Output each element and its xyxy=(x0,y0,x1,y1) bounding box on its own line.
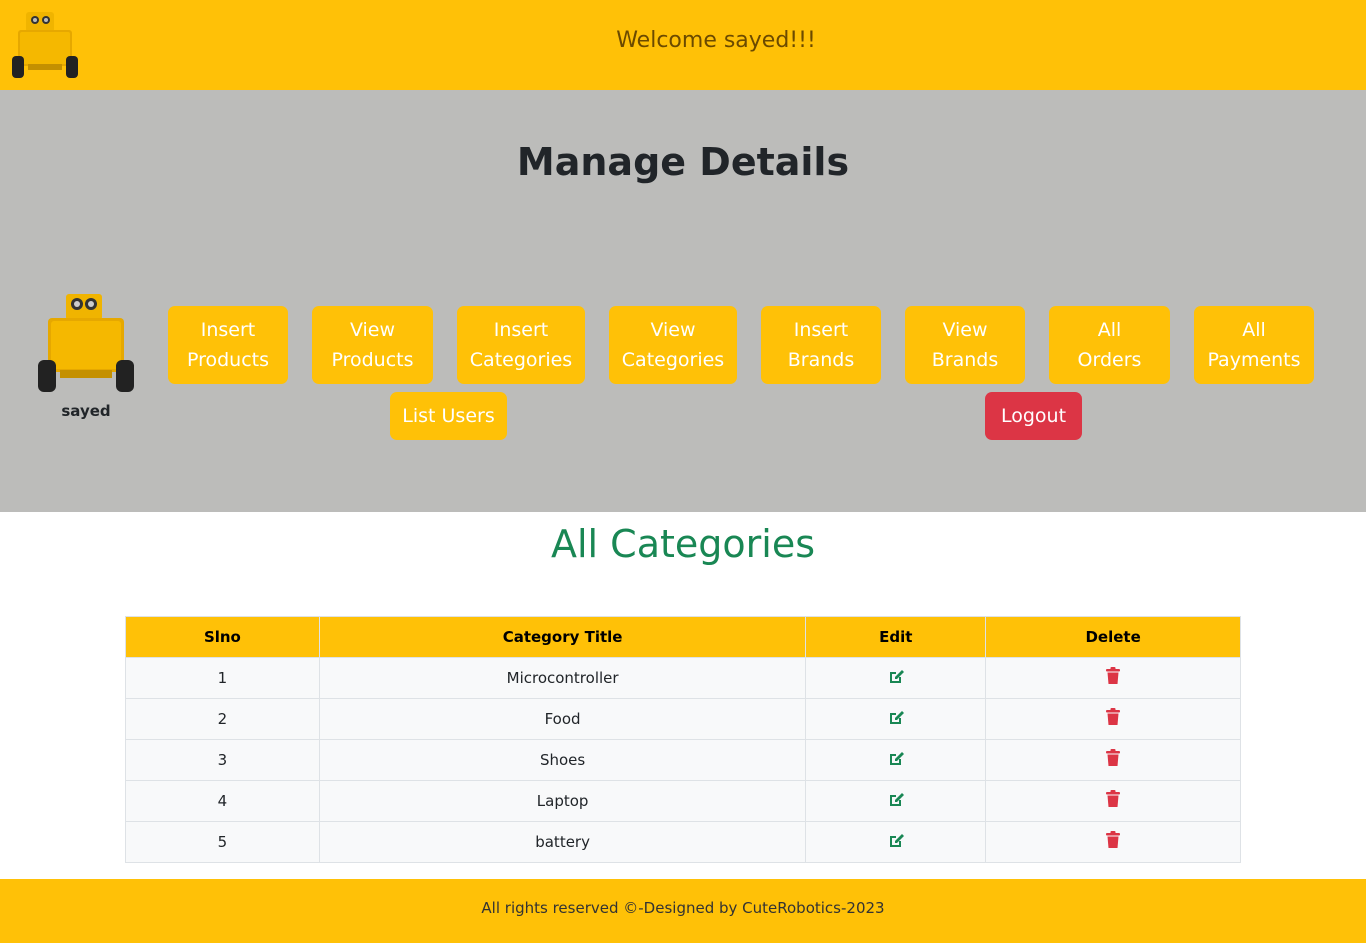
view-brands-button[interactable]: View Brands xyxy=(905,306,1025,384)
top-navbar: Welcome sayed!!! xyxy=(0,0,1366,90)
logout-button[interactable]: Logout xyxy=(985,392,1082,440)
slno-cell: 2 xyxy=(125,698,320,740)
delete-cell xyxy=(985,739,1241,781)
table-row: 2 Food xyxy=(125,698,1241,740)
table-row: 3 Shoes xyxy=(125,739,1241,781)
table-row: 1 Microcontroller xyxy=(125,657,1241,699)
table-header-row: Slno Category Title Edit Delete xyxy=(125,616,1241,658)
edit-icon[interactable] xyxy=(887,667,905,689)
insert-categories-button[interactable]: Insert Categories xyxy=(457,306,585,384)
slno-cell: 4 xyxy=(125,780,320,822)
column-header: Edit xyxy=(805,616,987,658)
section-title: All Categories xyxy=(550,522,815,566)
page-title: Manage Details xyxy=(516,140,850,184)
list-users-button[interactable]: List Users xyxy=(390,392,507,440)
edit-icon[interactable] xyxy=(887,749,905,771)
trash-icon[interactable] xyxy=(1105,831,1121,853)
insert-brands-button[interactable]: Insert Brands xyxy=(761,306,881,384)
avatar xyxy=(38,294,134,392)
all-payments-button[interactable]: All Payments xyxy=(1194,306,1314,384)
category-title-cell: Food xyxy=(318,698,807,740)
trash-icon[interactable] xyxy=(1105,749,1121,771)
categories-table: Slno Category Title Edit Delete 1 Microco… xyxy=(125,616,1241,863)
edit-icon[interactable] xyxy=(887,831,905,853)
slno-cell: 1 xyxy=(125,657,320,699)
edit-cell xyxy=(805,739,987,781)
slno-cell: 3 xyxy=(125,739,320,781)
edit-icon[interactable] xyxy=(887,790,905,812)
category-title-cell: Microcontroller xyxy=(318,657,807,699)
category-title-cell: Laptop xyxy=(318,780,807,822)
trash-icon[interactable] xyxy=(1105,667,1121,689)
user-name: sayed xyxy=(61,402,111,420)
edit-icon[interactable] xyxy=(887,708,905,730)
all-orders-button[interactable]: All Orders xyxy=(1049,306,1170,384)
edit-cell xyxy=(805,698,987,740)
column-header: Slno xyxy=(125,616,320,658)
delete-cell xyxy=(985,821,1241,863)
insert-products-button[interactable]: Insert Products xyxy=(168,306,288,384)
trash-icon[interactable] xyxy=(1105,708,1121,730)
column-header: Category Title xyxy=(318,616,807,658)
footer-text: All rights reserved ©-Designed by CuteRo… xyxy=(481,899,885,917)
view-categories-button[interactable]: View Categories xyxy=(609,306,737,384)
table-row: 4 Laptop xyxy=(125,780,1241,822)
edit-cell xyxy=(805,657,987,699)
column-header: Delete xyxy=(985,616,1241,658)
delete-cell xyxy=(985,780,1241,822)
category-title-cell: Shoes xyxy=(318,739,807,781)
category-title-cell: battery xyxy=(318,821,807,863)
trash-icon[interactable] xyxy=(1105,790,1121,812)
slno-cell: 5 xyxy=(125,821,320,863)
manage-panel: Manage Details sayed Insert Products View… xyxy=(0,90,1366,512)
edit-cell xyxy=(805,780,987,822)
view-products-button[interactable]: View Products xyxy=(312,306,433,384)
footer: All rights reserved ©-Designed by CuteRo… xyxy=(0,879,1366,943)
delete-cell xyxy=(985,698,1241,740)
user-profile: sayed xyxy=(30,292,142,420)
delete-cell xyxy=(985,657,1241,699)
welcome-message: Welcome sayed!!! xyxy=(616,28,816,53)
edit-cell xyxy=(805,821,987,863)
table-row: 5 battery xyxy=(125,821,1241,863)
